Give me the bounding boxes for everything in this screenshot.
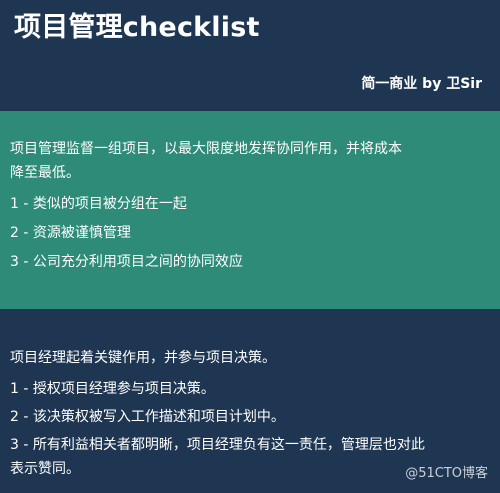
navy-line-4: 3 - 所有利益相关者都明晰，项目经理负有这一责任，管理层也对此 <box>10 437 425 453</box>
page: 项目管理checklist 简一商业 by 卫Sir 项目管理监督一组项目，以最… <box>0 0 500 493</box>
teal-line-5: 3 - 公司充分利用项目之间的协同效应 <box>10 254 243 270</box>
navy-line-2: 1 - 授权项目经理参与项目决策。 <box>10 381 215 397</box>
navy-line-3: 2 - 该决策权被写入工作描述和项目计划中。 <box>10 409 285 425</box>
teal-line-2: 降至最低。 <box>10 165 80 181</box>
header: 项目管理checklist 简一商业 by 卫Sir <box>0 0 500 111</box>
navy-line-5: 表示赞同。 <box>10 461 80 477</box>
teal-line-1: 项目管理监督一组项目，以最大限度地发挥协同作用，并将成本 <box>10 141 402 157</box>
teal-line-3: 1 - 类似的项目被分组在一起 <box>10 196 187 212</box>
watermark: @51CTO博客 <box>405 466 488 481</box>
teal-section: 项目管理监督一组项目，以最大限度地发挥协同作用，并将成本 降至最低。 1 - 类… <box>0 111 500 309</box>
page-title: 项目管理checklist <box>14 12 260 43</box>
navy-line-1: 项目经理起着关键作用，并参与项目决策。 <box>10 350 276 366</box>
author-byline: 简一商业 by 卫Sir <box>361 76 482 92</box>
teal-line-4: 2 - 资源被谨慎管理 <box>10 225 131 241</box>
navy-section: 项目经理起着关键作用，并参与项目决策。 1 - 授权项目经理参与项目决策。 2 … <box>0 309 500 493</box>
